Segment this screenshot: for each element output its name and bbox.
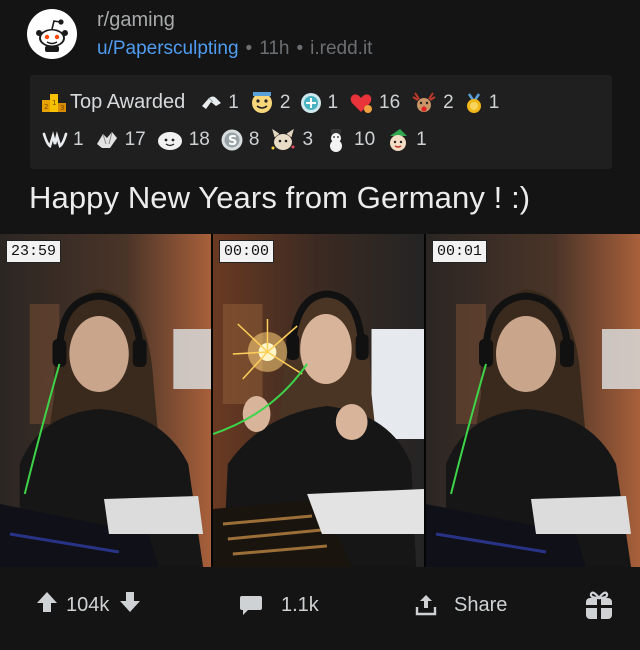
post-image[interactable]: 23:59 00:00 00:01 bbox=[0, 234, 640, 567]
award-gold[interactable]: 1 bbox=[464, 92, 499, 114]
image-frame: 00:01 bbox=[426, 234, 640, 567]
post-age: 11h bbox=[259, 37, 290, 59]
image-frame: 23:59 bbox=[0, 234, 213, 567]
wholesome-hands-award-icon bbox=[96, 131, 117, 148]
award-wholesome[interactable]: 2 bbox=[249, 91, 290, 115]
upvote-arrow-icon bbox=[37, 592, 57, 612]
post-header: r/gaming u/Papersculpting • 11h • i.redd… bbox=[27, 6, 372, 62]
timestamp-label: 00:01 bbox=[432, 240, 488, 263]
webcam-still-image bbox=[426, 234, 640, 567]
silver-award-icon: S bbox=[221, 129, 243, 150]
helping-hand-icon bbox=[202, 96, 222, 109]
award-heartwarming[interactable]: 16 bbox=[348, 91, 400, 115]
hugz-award-icon bbox=[157, 131, 182, 150]
awards-panel[interactable]: 2 1 3 Top Awarded 1 2 1 16 2 1 1 17 18 S… bbox=[30, 75, 612, 169]
award-wholesome-hands[interactable]: 17 bbox=[94, 128, 146, 152]
share-icon bbox=[415, 595, 437, 616]
awards-row: 1 17 18 S 8 3 10 1 bbox=[42, 122, 598, 157]
award-platinum[interactable]: 1 bbox=[300, 92, 338, 114]
downvote-arrow-icon bbox=[120, 592, 141, 612]
award-rudolph[interactable]: 2 bbox=[410, 91, 454, 115]
comment-bubble-icon bbox=[240, 596, 262, 615]
award-snowman[interactable]: 10 bbox=[323, 128, 375, 152]
vote-group: 104k bbox=[36, 590, 141, 620]
award-party-cat[interactable]: 3 bbox=[269, 128, 313, 152]
award-helping-hand[interactable]: 1 bbox=[199, 92, 239, 114]
timestamp-label: 23:59 bbox=[6, 240, 62, 263]
top-awarded-icon: 2 1 3 bbox=[42, 93, 66, 112]
post-title[interactable]: Happy New Years from Germany ! :) bbox=[29, 180, 530, 216]
share-label: Share bbox=[454, 593, 508, 616]
webcam-still-image bbox=[213, 234, 424, 567]
wholesome-award-icon bbox=[251, 91, 272, 113]
svg-text:2: 2 bbox=[44, 103, 48, 111]
rudolph-award-icon bbox=[412, 91, 436, 112]
post-meta-line: u/Papersculpting • 11h • i.redd.it bbox=[97, 38, 372, 60]
image-frame: 00:00 bbox=[213, 234, 426, 567]
downvote-button[interactable] bbox=[119, 590, 141, 620]
gift-icon bbox=[586, 591, 612, 619]
svg-text:1: 1 bbox=[52, 99, 56, 107]
platinum-award-icon bbox=[301, 92, 322, 113]
comments-button[interactable]: 1.1k bbox=[239, 594, 319, 617]
svg-text:3: 3 bbox=[60, 104, 64, 112]
award-hugz[interactable]: 18 bbox=[156, 129, 210, 151]
award-elf[interactable]: 1 bbox=[385, 128, 427, 152]
heartwarming-award-icon bbox=[350, 93, 373, 113]
reddit-snoo-icon bbox=[30, 12, 74, 56]
timestamp-label: 00:00 bbox=[219, 240, 275, 263]
subreddit-avatar[interactable] bbox=[27, 9, 77, 59]
webcam-still-image bbox=[0, 234, 211, 567]
award-bless-up[interactable]: 1 bbox=[42, 129, 84, 151]
gold-award-icon bbox=[466, 92, 481, 113]
give-award-button[interactable] bbox=[584, 589, 614, 621]
top-awarded-label: Top Awarded bbox=[70, 91, 186, 113]
party-cat-award-icon bbox=[271, 128, 295, 150]
upvote-button[interactable] bbox=[36, 590, 58, 620]
vote-count: 104k bbox=[66, 593, 110, 616]
post-domain[interactable]: i.redd.it bbox=[310, 38, 372, 60]
snowman-award-icon bbox=[330, 128, 343, 152]
meta-separator: • bbox=[245, 37, 253, 59]
share-button[interactable]: Share bbox=[414, 593, 507, 617]
svg-text:S: S bbox=[228, 134, 237, 149]
awards-row: 2 1 3 Top Awarded 1 2 1 16 2 1 bbox=[42, 85, 598, 120]
award-silver[interactable]: S 8 bbox=[220, 128, 259, 152]
post-action-bar: 104k 1.1k Share bbox=[0, 570, 640, 640]
comment-count: 1.1k bbox=[281, 593, 319, 616]
subreddit-name[interactable]: r/gaming bbox=[97, 9, 372, 32]
elf-award-icon bbox=[390, 128, 408, 151]
author-link[interactable]: u/Papersculpting bbox=[97, 38, 239, 60]
bless-up-award-icon bbox=[42, 130, 68, 148]
meta-separator: • bbox=[296, 37, 304, 59]
